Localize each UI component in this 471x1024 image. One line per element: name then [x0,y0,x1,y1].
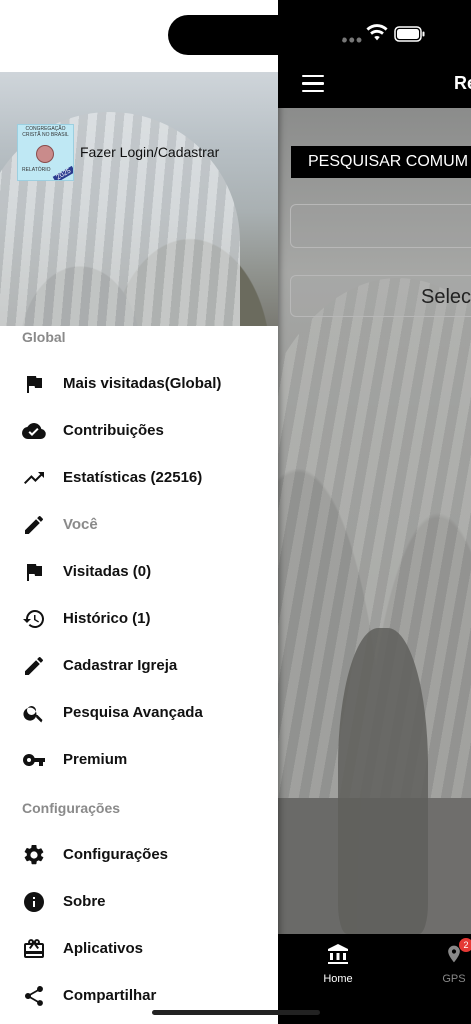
gift-card-icon [24,939,44,958]
menu-item-most-visited[interactable]: Mais visitadas(Global) [0,362,278,406]
gear-icon [24,844,44,865]
menu-item-apps[interactable]: Aplicativos [0,927,278,971]
menu-item-settings[interactable]: Configurações [0,833,278,877]
pencil-icon [25,656,44,675]
bank-icon [328,944,348,964]
menu-item-premium[interactable]: Premium [0,738,278,782]
nav-home-label: Home [323,973,353,985]
section-title-global: Global [22,329,66,345]
battery-icon [394,26,425,42]
info-icon [24,892,44,912]
flag-icon [27,376,42,393]
nav-gps-label: GPS [442,973,466,985]
app-logo: CONGREGAÇÃO CRISTÃ NO BRASIL RELATÓRIO 2… [17,124,74,181]
drawer-header: CONGREGAÇÃO CRISTÃ NO BRASIL RELATÓRIO 2… [0,72,278,326]
nav-home-tab[interactable]: Home [318,942,358,985]
cloud-check-icon [22,423,46,439]
menu-item-you[interactable]: Você [0,503,278,547]
search-common-button[interactable]: PESQUISAR COMUM [291,146,471,178]
select-dropdown[interactable]: Selec [290,275,471,317]
home-indicator[interactable] [152,1010,320,1015]
menu-item-contributions[interactable]: Contribuições [0,409,278,453]
section-title-settings: Configurações [22,800,121,816]
dynamic-island [168,15,343,55]
toolbar-title: Re [454,73,471,93]
navigation-drawer: CONGREGAÇÃO CRISTÃ NO BRASIL RELATÓRIO 2… [0,0,278,1024]
search-input[interactable] [290,204,471,248]
hamburger-menu-icon[interactable] [302,75,324,93]
menu-item-register-church[interactable]: Cadastrar Igreja [0,644,278,688]
share-icon [24,986,43,1006]
menu-item-visited[interactable]: Visitadas (0) [0,550,278,594]
nav-gps-tab[interactable]: 2 GPS [438,938,471,985]
key-icon [22,754,45,766]
menu-item-advanced-search[interactable]: Pesquisa Avançada [0,691,278,735]
menu-item-about[interactable]: Sobre [0,880,278,924]
flag-icon [27,564,42,581]
login-register-link[interactable]: Fazer Login/Cadastrar [80,144,219,160]
search-icon [23,706,43,723]
menu-item-statistics[interactable]: Estatísticas (22516) [0,456,278,500]
app-toolbar: Re [278,60,471,108]
main-app-screen: •••• Re PESQUISAR COMUM Selec Home [278,0,471,1024]
history-icon [23,610,44,628]
pencil-icon [25,515,44,534]
trending-up-icon [24,472,44,484]
menu-item-history[interactable]: Histórico (1) [0,597,278,641]
wifi-icon [366,24,388,41]
gps-notification-badge: 2 [459,938,471,952]
